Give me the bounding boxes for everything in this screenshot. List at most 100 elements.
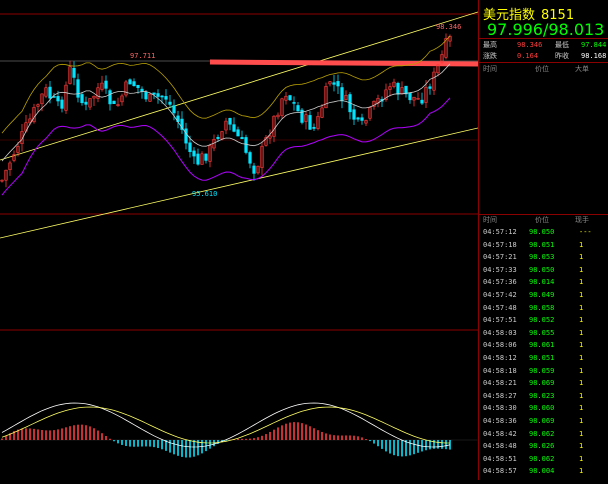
- candle-body: [165, 96, 168, 99]
- macd-bar: [81, 425, 83, 440]
- candle-body: [245, 137, 248, 152]
- col-time: 时间: [483, 64, 497, 74]
- tick-row[interactable]: 04:58:2198.0691: [479, 377, 608, 390]
- tick-volume: 1: [579, 453, 583, 466]
- candle-body: [237, 130, 240, 136]
- tick-time: 04:58:30: [483, 402, 517, 415]
- tick-row[interactable]: 04:57:2198.0531: [479, 251, 608, 264]
- tick-row[interactable]: 04:58:0698.0611: [479, 339, 608, 352]
- tick-row[interactable]: 04:57:5198.0521: [479, 314, 608, 327]
- candle-body: [137, 85, 140, 87]
- tick-row[interactable]: 04:58:1298.0511: [479, 352, 608, 365]
- tick-row[interactable]: 04:57:3398.0501: [479, 264, 608, 277]
- tick-volume: 1: [579, 239, 583, 252]
- macd-bar: [237, 439, 239, 440]
- candle-body: [249, 152, 252, 163]
- macd-bar: [133, 440, 135, 447]
- macd-bar: [161, 440, 163, 449]
- tick-price: 98.049: [529, 289, 554, 302]
- candle-body: [189, 143, 192, 152]
- tick-volume: 1: [579, 402, 583, 415]
- tick-time: 04:58:51: [483, 453, 517, 466]
- macd-bar: [329, 435, 331, 440]
- macd-bar: [261, 436, 263, 440]
- candle-body: [297, 105, 300, 110]
- tick-price: 98.062: [529, 428, 554, 441]
- tick-row[interactable]: 04:58:4298.0621: [479, 428, 608, 441]
- tick-time: 04:57:48: [483, 302, 517, 315]
- macd-bar: [401, 440, 403, 456]
- tick-volume: 1: [579, 276, 583, 289]
- candle-body: [353, 110, 356, 120]
- resistance-line: [210, 62, 478, 64]
- tick-row[interactable]: 04:58:5798.0041: [479, 465, 608, 478]
- macd-bar: [325, 433, 327, 440]
- candle-body: [49, 87, 52, 98]
- macd-bar: [145, 440, 147, 446]
- tick-row[interactable]: 04:57:3698.0141: [479, 276, 608, 289]
- tick-time: 04:57:51: [483, 314, 517, 327]
- candle-body: [205, 154, 208, 161]
- candlestick-chart[interactable]: 97.711 98.346 95.610: [0, 0, 478, 480]
- tick-row[interactable]: 04:57:4298.0491: [479, 289, 608, 302]
- tick-volume: 1: [579, 390, 583, 403]
- macd-bar: [53, 430, 55, 440]
- bollinger-middle: [2, 64, 450, 161]
- tick-row[interactable]: 04:57:1298.050---: [479, 226, 608, 239]
- tick-price: 98.055: [529, 327, 554, 340]
- macd-bar: [349, 435, 351, 440]
- kline-chart-area[interactable]: 97.711 98.346 95.610: [0, 0, 478, 480]
- tick-row[interactable]: 04:58:5198.0621: [479, 453, 608, 466]
- tick-row[interactable]: 04:58:4898.0261: [479, 440, 608, 453]
- candle-body: [113, 101, 116, 104]
- macd-bar: [357, 436, 359, 440]
- macd-bar: [89, 426, 91, 440]
- macd-bar: [49, 430, 51, 440]
- tick-price: 98.053: [529, 251, 554, 264]
- candle-body: [141, 89, 144, 91]
- macd-bar: [241, 439, 243, 440]
- macd-bar: [285, 424, 287, 440]
- macd-bar: [317, 430, 319, 440]
- macd-bar: [157, 440, 159, 448]
- tick-row[interactable]: 04:58:3098.0601: [479, 402, 608, 415]
- candle-body: [81, 94, 84, 102]
- tick-row[interactable]: 04:58:1898.0591: [479, 365, 608, 378]
- macd-bar: [405, 440, 407, 456]
- candle-body: [157, 94, 160, 97]
- candle-body: [337, 81, 340, 86]
- candle-body: [185, 129, 188, 143]
- macd-bar: [181, 440, 183, 457]
- candle-body: [173, 106, 176, 113]
- bollinger-lower: [2, 98, 450, 195]
- macd-bar: [189, 440, 191, 457]
- tick-row[interactable]: 04:57:1898.0511: [479, 239, 608, 252]
- tick-price: 98.051: [529, 239, 554, 252]
- candle-body: [409, 93, 412, 100]
- tick-price: 98.014: [529, 276, 554, 289]
- quote-divider: [479, 38, 608, 39]
- macd-bar: [153, 440, 155, 447]
- tick-row[interactable]: 04:58:2798.0231: [479, 390, 608, 403]
- macd-bar: [245, 439, 247, 440]
- macd-bar: [297, 422, 299, 440]
- tick-price: 98.059: [529, 365, 554, 378]
- macd-bar: [149, 440, 151, 447]
- macd-bar: [117, 440, 119, 443]
- tick-row[interactable]: 04:58:0398.0551: [479, 327, 608, 340]
- resistance-label: 97.711: [130, 52, 155, 60]
- candle-body: [57, 96, 60, 101]
- tick-time: 04:58:36: [483, 415, 517, 428]
- bid-ask-price: 97.996/98.013: [487, 20, 604, 39]
- candle-body: [397, 83, 400, 94]
- candle-body: [293, 102, 296, 103]
- macd-bar: [33, 429, 35, 440]
- tick-row[interactable]: 04:58:3698.0691: [479, 415, 608, 428]
- macd-bar: [445, 440, 447, 449]
- macd-bar: [1, 439, 3, 440]
- macd-bar: [361, 437, 363, 440]
- macd-bar: [269, 432, 271, 440]
- candle-body: [313, 127, 316, 128]
- tick-row[interactable]: 04:57:4898.0581: [479, 302, 608, 315]
- candle-body: [133, 82, 136, 86]
